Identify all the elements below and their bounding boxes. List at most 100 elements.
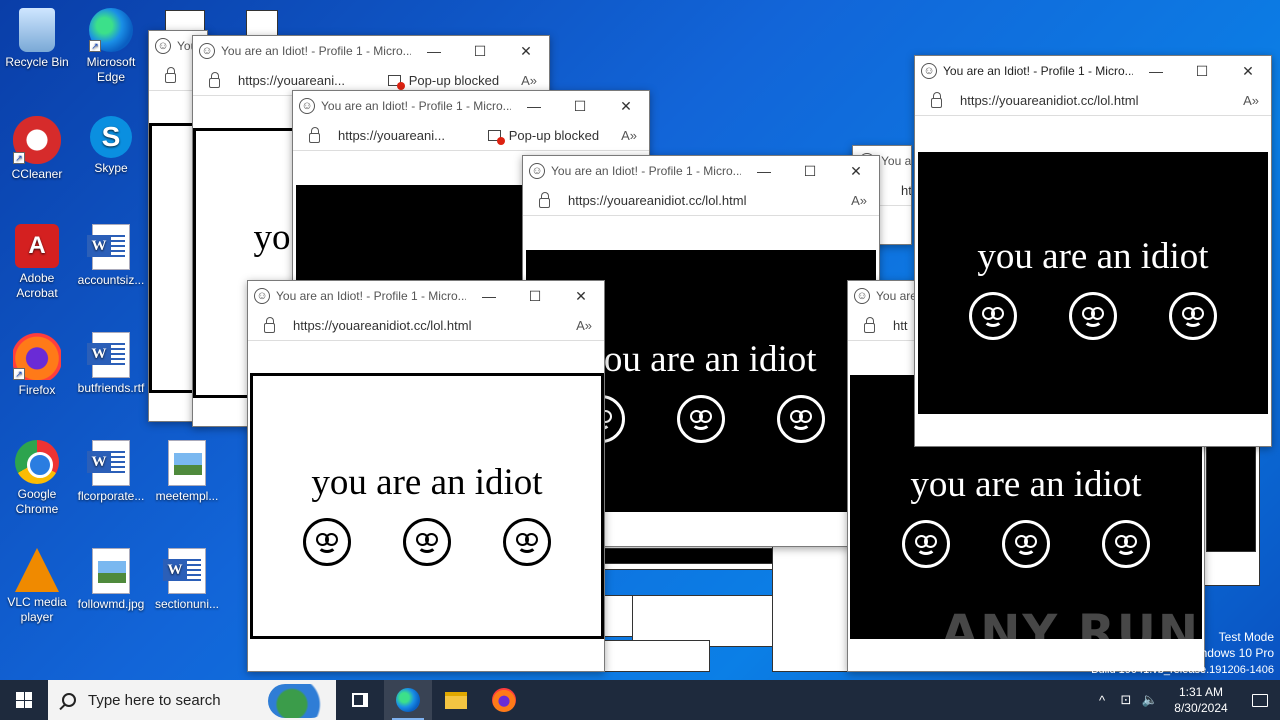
desktop-icon-sectionuni[interactable]: W sectionuni... xyxy=(150,548,224,612)
url-text[interactable]: htt xyxy=(901,183,911,198)
minimize-button[interactable]: — xyxy=(741,163,787,179)
taskbar-file-explorer-button[interactable] xyxy=(432,680,480,720)
url-text[interactable]: https://youareani... xyxy=(338,128,488,143)
url-text[interactable]: https://youareani... xyxy=(238,73,388,88)
popup-blocked-icon xyxy=(387,75,405,90)
window-title: You are an Idiot! - Profile 1 - Micro... xyxy=(221,44,411,58)
maximize-button[interactable]: ☐ xyxy=(457,43,503,60)
smiley-icon: ☺ xyxy=(921,63,937,79)
address-bar[interactable]: https://youareani... Pop-up blocked A» xyxy=(293,121,649,151)
clock[interactable]: 1:31 AM 8/30/2024 xyxy=(1162,684,1240,716)
smiley-row xyxy=(303,518,551,566)
title-bar[interactable]: ☺ You are an Idiot! - Profile 1 - Micro.… xyxy=(523,156,879,186)
desktop-icon-meetempl[interactable]: meetempl... xyxy=(150,440,224,504)
desktop-icon-accountsiz[interactable]: W accountsiz... xyxy=(74,224,148,288)
read-aloud-icon[interactable]: A» xyxy=(521,73,537,88)
content-panel: you are an idiot xyxy=(250,373,604,639)
taskbar-firefox-button[interactable] xyxy=(480,680,528,720)
desktop-icon-recycle-bin[interactable]: Recycle Bin xyxy=(0,8,74,70)
folder-icon xyxy=(445,691,467,709)
image-file-icon xyxy=(168,440,206,486)
close-button[interactable]: ✕ xyxy=(833,163,879,180)
url-text[interactable]: https://youareanidiot.cc/lol.html xyxy=(568,193,851,208)
word-document-icon: W xyxy=(87,440,130,486)
desktop-icon-skype[interactable]: S Skype xyxy=(74,116,148,176)
maximize-button[interactable]: ☐ xyxy=(512,288,558,305)
title-bar[interactable]: ☺ You are an Idiot! - Profile 1 - Micro.… xyxy=(193,36,549,66)
anyrun-watermark: ANY RUN xyxy=(941,605,1200,661)
address-bar[interactable]: https://youareanidiot.cc/lol.html A» xyxy=(915,86,1271,116)
edge-icon: ↗ xyxy=(89,8,133,52)
taskbar-search-box[interactable]: Type here to search xyxy=(48,680,336,720)
desktop-icon-edge[interactable]: ↗ Microsoft Edge xyxy=(74,8,148,85)
start-button[interactable] xyxy=(0,680,48,720)
close-button[interactable]: ✕ xyxy=(503,43,549,60)
window-fragment xyxy=(604,548,774,564)
smiley-face-icon xyxy=(503,518,551,566)
desktop-icon-butfriends[interactable]: W butfriends.rtf xyxy=(74,332,148,396)
os-info-line: Windows 10 Pro xyxy=(1186,646,1274,660)
popup-blocked-indicator[interactable]: Pop-up blocked xyxy=(487,128,600,145)
word-document-icon: W xyxy=(87,224,130,270)
taskbar-edge-button[interactable] xyxy=(384,680,432,720)
close-button[interactable]: ✕ xyxy=(558,288,604,305)
title-bar[interactable]: ☺ You are an Idiot! - Profile 1 - Micro.… xyxy=(248,281,604,311)
minimize-button[interactable]: — xyxy=(411,43,457,59)
close-button[interactable]: ✕ xyxy=(603,98,649,115)
read-aloud-icon[interactable]: A» xyxy=(576,318,592,333)
volume-icon[interactable]: 🔈 xyxy=(1138,692,1162,708)
task-view-button[interactable] xyxy=(336,680,384,720)
network-icon[interactable]: ⊡ xyxy=(1114,692,1138,708)
window-fragment xyxy=(604,595,634,637)
desktop-icon-vlc[interactable]: VLC media player xyxy=(0,548,74,625)
window-fragment xyxy=(772,540,852,672)
icon-label: followmd.jpg xyxy=(77,597,145,611)
icon-label: CCleaner xyxy=(11,167,63,181)
icon-label: VLC media player xyxy=(7,595,67,624)
popup-blocked-label: Pop-up blocked xyxy=(508,128,600,143)
smiley-row xyxy=(969,292,1217,340)
windows-logo-icon xyxy=(16,692,32,708)
smiley-face-icon xyxy=(777,395,825,443)
smiley-face-icon xyxy=(677,395,725,443)
idiot-text: you are an idiot xyxy=(585,339,817,380)
desktop-icon-acrobat[interactable]: A Adobe Acrobat xyxy=(0,224,74,301)
icon-label: flcorporate... xyxy=(77,489,145,503)
desktop: Recycle Bin ↗ Microsoft Edge ↗ CCleaner … xyxy=(0,0,1280,680)
read-aloud-icon[interactable]: A» xyxy=(621,128,637,143)
clock-time: 1:31 AM xyxy=(1178,685,1224,699)
window-title: You are an Idiot! - Profile 1 - Micro... xyxy=(276,289,466,303)
url-text[interactable]: https://youareanidiot.cc/lol.html xyxy=(293,318,576,333)
desktop-icon-followmd[interactable]: followmd.jpg xyxy=(74,548,148,612)
smiley-icon: ☺ xyxy=(155,38,171,54)
address-bar[interactable]: https://youareanidiot.cc/lol.html A» xyxy=(248,311,604,341)
maximize-button[interactable]: ☐ xyxy=(787,163,833,180)
minimize-button[interactable]: — xyxy=(466,288,512,304)
address-bar[interactable]: https://youareanidiot.cc/lol.html A» xyxy=(523,186,879,216)
minimize-button[interactable]: — xyxy=(1133,63,1179,79)
firefox-icon xyxy=(492,688,516,712)
chevron-up-icon[interactable]: ^ xyxy=(1090,693,1114,708)
smiley-row xyxy=(577,395,825,443)
maximize-button[interactable]: ☐ xyxy=(1179,63,1225,80)
skype-icon: S xyxy=(90,116,132,158)
minimize-button[interactable]: — xyxy=(511,98,557,114)
notification-center-icon[interactable] xyxy=(1240,693,1280,707)
desktop-icon-ccleaner[interactable]: ↗ CCleaner xyxy=(0,116,74,182)
desktop-icon-firefox[interactable]: ↗ Firefox xyxy=(0,332,74,398)
title-bar[interactable]: ☺ You are an Idiot! - Profile 1 - Micro.… xyxy=(915,56,1271,86)
close-button[interactable]: ✕ xyxy=(1225,63,1271,80)
maximize-button[interactable]: ☐ xyxy=(557,98,603,115)
title-bar[interactable]: ☺ You are an Idiot! - Profile 1 - Micro.… xyxy=(293,91,649,121)
browser-window[interactable]: ☺ You are an Idiot! - Profile 1 - Micro.… xyxy=(914,55,1272,447)
popup-blocked-indicator[interactable]: Pop-up blocked xyxy=(387,73,499,90)
lock-icon xyxy=(931,91,942,108)
window-title: You are an Idiot! - Profile 1 - Micro... xyxy=(321,99,511,113)
browser-window[interactable]: ☺ You are an Idiot! - Profile 1 - Micro.… xyxy=(247,280,605,672)
os-info-line: Build 19041.vb_release.191206-1406 xyxy=(1091,664,1274,676)
desktop-icon-chrome[interactable]: Google Chrome xyxy=(0,440,74,517)
read-aloud-icon[interactable]: A» xyxy=(1243,93,1259,108)
read-aloud-icon[interactable]: A» xyxy=(851,193,867,208)
desktop-icon-flcorporate[interactable]: W flcorporate... xyxy=(74,440,148,504)
url-text[interactable]: https://youareanidiot.cc/lol.html xyxy=(960,93,1243,108)
